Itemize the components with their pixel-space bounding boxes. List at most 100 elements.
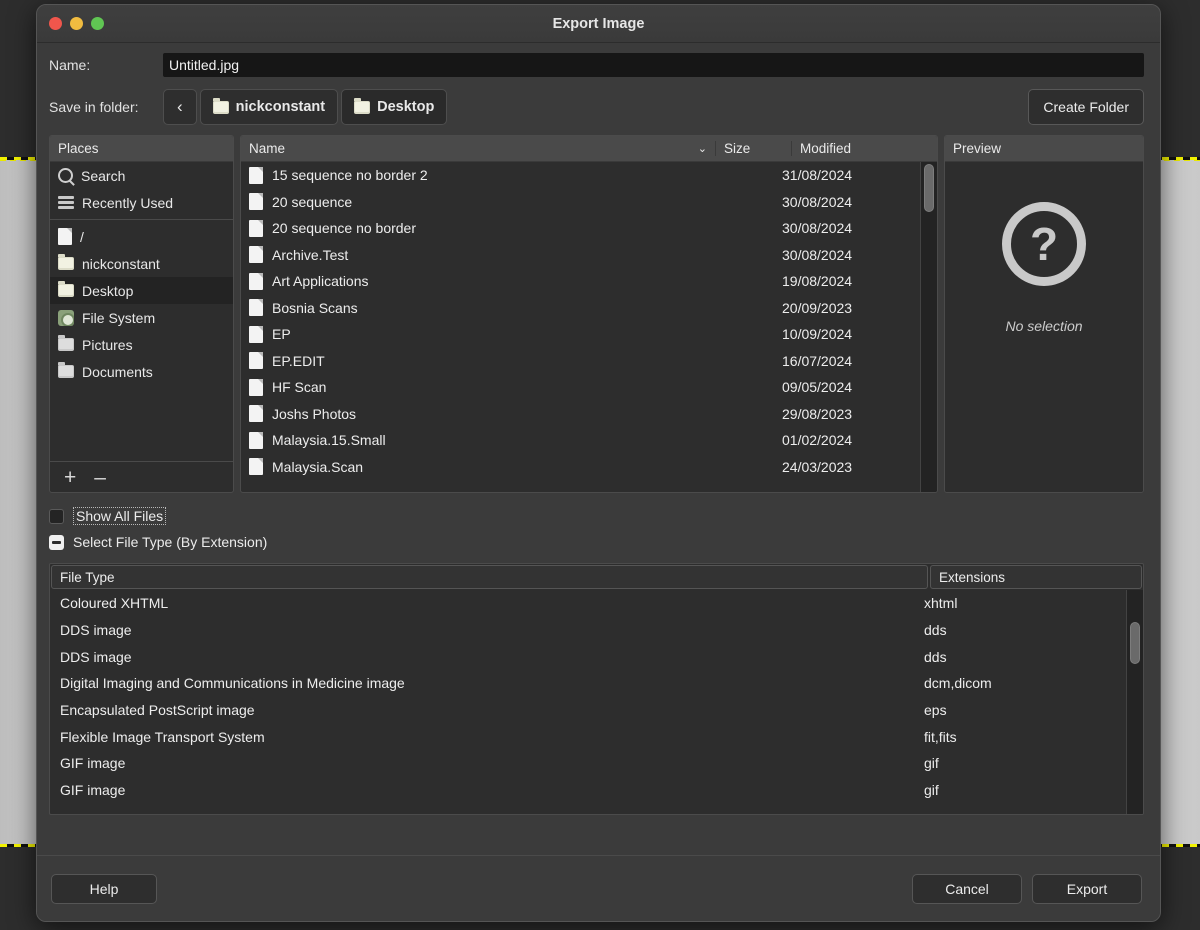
sidebar-item-label: Recently Used [82,195,173,211]
show-all-files-row[interactable]: Show All Files [49,507,1144,525]
table-row[interactable]: Encapsulated PostScript imageeps [50,697,1126,724]
file-modified: 31/08/2024 [774,167,920,183]
file-icon [249,458,263,475]
dialog-titlebar[interactable]: Export Image [37,5,1160,43]
table-row[interactable]: DDS imagedds [50,643,1126,670]
file-name: EP.EDIT [272,353,325,369]
column-header-extensions[interactable]: Extensions [930,565,1142,589]
table-row[interactable]: Bosnia Scans20/09/2023 [241,295,920,322]
file-icon [249,379,263,396]
file-icon [249,273,263,290]
file-modified: 09/05/2024 [774,379,920,395]
export-button[interactable]: Export [1032,874,1142,904]
table-row[interactable]: GIF imagegif [50,750,1126,777]
minimize-button[interactable] [70,17,83,30]
scrollbar-thumb[interactable] [924,164,934,212]
file-type-table-body: Coloured XHTMLxhtmlDDS imageddsDDS image… [50,590,1143,814]
help-button[interactable]: Help [51,874,157,904]
remove-place-button[interactable]: – [94,467,106,488]
select-file-type-label: Select File Type (By Extension) [73,534,267,550]
file-modified: 30/08/2024 [774,220,920,236]
folder-icon [354,101,370,114]
select-file-type-row[interactable]: Select File Type (By Extension) [49,534,1144,550]
file-name: Archive.Test [272,247,348,263]
file-browser: Name ⌄ Size Modified 15 sequence no bord… [240,135,938,493]
folder-icon [58,338,74,351]
file-list-scrollbar[interactable] [920,162,937,492]
sidebar-item-root[interactable]: / [50,223,233,250]
cancel-button[interactable]: Cancel [912,874,1022,904]
table-row[interactable]: 20 sequence30/08/2024 [241,189,920,216]
table-row[interactable]: Malaysia.Scan24/03/2023 [241,454,920,481]
places-list: Search Recently Used / nickconstant [50,162,233,461]
file-type-name: GIF image [50,782,914,798]
preview-header: Preview [945,136,1143,162]
table-row[interactable]: Joshs Photos29/08/2023 [241,401,920,428]
file-modified: 24/03/2023 [774,459,920,475]
file-type-extensions: xhtml [914,595,1126,611]
file-icon [249,220,263,237]
path-button-label: nickconstant [236,99,325,115]
file-icon [249,352,263,369]
sidebar-item-label: Search [81,168,125,184]
column-header-modified[interactable]: Modified [791,141,937,156]
table-row[interactable]: Malaysia.15.Small01/02/2024 [241,427,920,454]
file-type-extensions: gif [914,755,1126,771]
sidebar-item-label: nickconstant [82,256,160,272]
scrollbar-thumb[interactable] [1130,622,1140,664]
show-all-files-checkbox[interactable] [49,509,64,524]
column-header-name[interactable]: Name ⌄ [241,141,715,156]
column-header-label: Extensions [939,570,1005,585]
column-header-label: Size [724,141,750,156]
zoom-button[interactable] [91,17,104,30]
close-button[interactable] [49,17,62,30]
table-row[interactable]: Art Applications19/08/2024 [241,268,920,295]
table-row[interactable]: GIF imagegif [50,777,1126,804]
file-modified: 01/02/2024 [774,432,920,448]
create-folder-button[interactable]: Create Folder [1028,89,1144,125]
dialog-title: Export Image [37,16,1160,32]
sidebar-item-desktop[interactable]: Desktop [50,277,233,304]
file-type-extensions: fit,fits [914,729,1126,745]
expander-minus-icon[interactable] [49,535,64,550]
file-name: Bosnia Scans [272,300,358,316]
path-back-button[interactable]: ‹ [163,89,197,125]
preview-pane: Preview ? No selection [944,135,1144,493]
question-mark-icon: ? [1002,202,1086,286]
table-row[interactable]: EP.EDIT16/07/2024 [241,348,920,375]
path-button-desktop[interactable]: Desktop [341,89,447,125]
sidebar-item-file-system[interactable]: File System [50,304,233,331]
path-button-nickconstant[interactable]: nickconstant [200,89,338,125]
folder-icon [58,257,74,270]
places-header: Places [50,136,233,162]
table-row[interactable]: 20 sequence no border30/08/2024 [241,215,920,242]
column-header-file-type[interactable]: File Type [51,565,928,589]
file-type-extensions: dds [914,622,1126,638]
file-icon [249,193,263,210]
folder-icon [213,101,229,114]
file-name: EP [272,326,291,342]
table-row[interactable]: EP10/09/2024 [241,321,920,348]
places-footer: + – [50,461,233,492]
sidebar-item-documents[interactable]: Documents [50,358,233,385]
table-row[interactable]: Coloured XHTMLxhtml [50,590,1126,617]
sidebar-item-recently-used[interactable]: Recently Used [50,189,233,216]
chevron-left-icon: ‹ [177,97,183,117]
sidebar-item-nickconstant[interactable]: nickconstant [50,250,233,277]
column-header-size[interactable]: Size [715,141,791,156]
file-type-extensions: eps [914,702,1126,718]
table-row[interactable]: DDS imagedds [50,617,1126,644]
add-place-button[interactable]: + [64,467,76,488]
file-name: 15 sequence no border 2 [272,167,428,183]
table-row[interactable]: 15 sequence no border 2 31/08/2024 [241,162,920,189]
file-name: 20 sequence [272,194,352,210]
file-type-extensions: dds [914,649,1126,665]
table-row[interactable]: Digital Imaging and Communications in Me… [50,670,1126,697]
sidebar-item-pictures[interactable]: Pictures [50,331,233,358]
file-type-scrollbar[interactable] [1126,590,1143,814]
sidebar-item-search[interactable]: Search [50,162,233,189]
filename-input[interactable] [163,53,1144,77]
table-row[interactable]: Archive.Test30/08/2024 [241,242,920,269]
table-row[interactable]: HF Scan09/05/2024 [241,374,920,401]
table-row[interactable]: Flexible Image Transport Systemfit,fits [50,723,1126,750]
